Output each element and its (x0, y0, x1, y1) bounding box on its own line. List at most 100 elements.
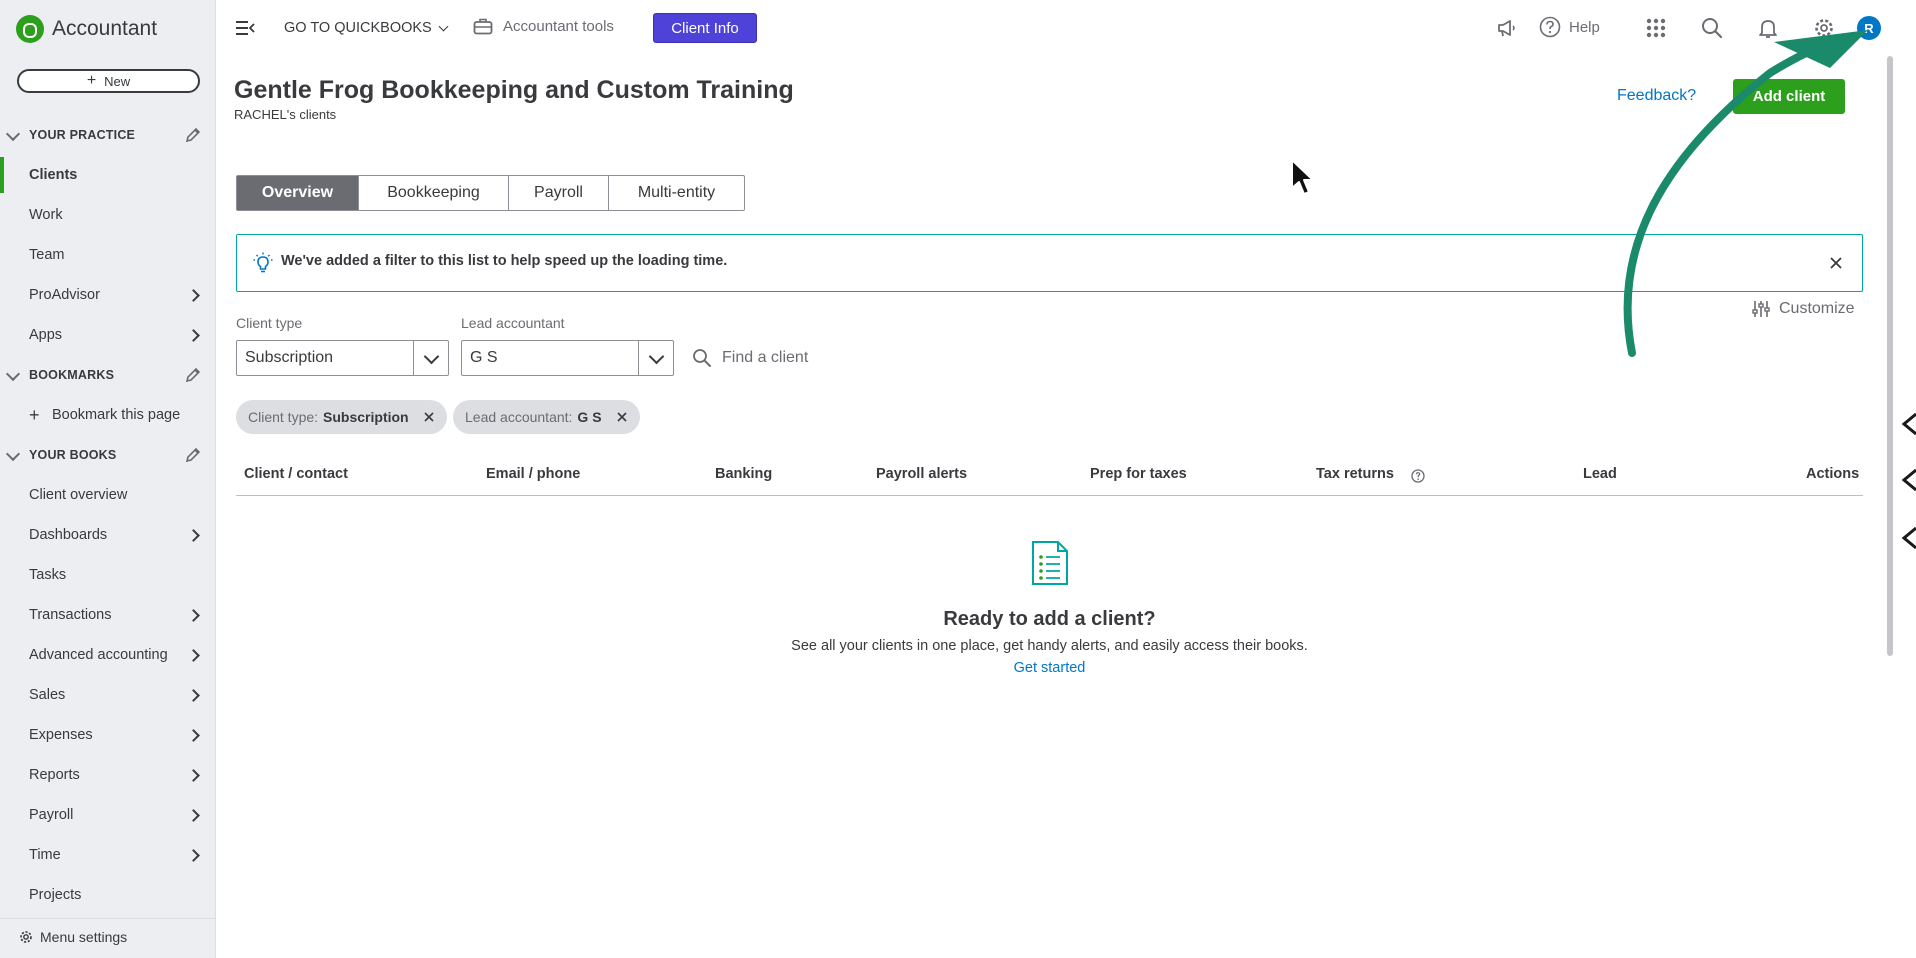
tab-overview[interactable]: Overview (237, 176, 359, 210)
sidebar-item-label: Expenses (29, 727, 93, 743)
collapse-menu-icon[interactable] (234, 18, 256, 38)
sidebar-item-advanced-accounting[interactable]: Advanced accounting (0, 637, 216, 673)
sidebar-item-proadvisor[interactable]: ProAdvisor (0, 277, 216, 313)
column-header-tax-returns[interactable]: Tax returns (1316, 466, 1394, 482)
tab-bookkeeping[interactable]: Bookkeeping (359, 176, 509, 210)
sidebar-item-label: Projects (29, 887, 82, 903)
edit-pencil-icon[interactable] (184, 446, 202, 464)
new-button-label: New (104, 73, 131, 89)
sidebar-item-payroll[interactable]: Payroll (0, 797, 216, 833)
mouse-cursor-icon (1291, 159, 1314, 195)
customize-label: Customize (1779, 300, 1855, 317)
empty-state: Ready to add a client? See all your clie… (236, 540, 1863, 677)
vertical-scrollbar[interactable] (1884, 56, 1896, 958)
sidebar-item-clients[interactable]: Clients (0, 157, 216, 193)
sidebar-item-label: ProAdvisor (29, 287, 100, 303)
brand[interactable]: Accountant (16, 14, 157, 44)
sidebar-item-work[interactable]: Work (0, 197, 216, 233)
page-title: Gentle Frog Bookkeeping and Custom Train… (234, 76, 794, 104)
plus-icon: + (86, 72, 97, 89)
remove-filter-button[interactable] (417, 405, 441, 429)
bookmark-label: Bookmark this page (52, 407, 181, 423)
sidebar-item-projects[interactable]: Projects (0, 877, 216, 913)
sidebar-item-tasks[interactable]: Tasks (0, 557, 216, 593)
column-header-payroll-alerts[interactable]: Payroll alerts (876, 466, 967, 482)
sidebar-item-expenses[interactable]: Expenses (0, 717, 216, 753)
tab-payroll[interactable]: Payroll (509, 176, 609, 210)
gear-icon[interactable] (1812, 16, 1836, 40)
column-header-prep-for-taxes[interactable]: Prep for taxes (1090, 466, 1187, 482)
chevron-right-icon (187, 609, 200, 622)
new-button[interactable]: + New (17, 69, 200, 93)
sidebar-item-label: Payroll (29, 807, 74, 823)
scrollbar-thumb[interactable] (1887, 56, 1893, 656)
go-to-quickbooks-dropdown[interactable]: GO TO QUICKBOOKS (284, 20, 449, 36)
section-label: YOUR BOOKS (29, 448, 117, 462)
column-header-email-phone[interactable]: Email / phone (486, 466, 580, 482)
top-bar: GO TO QUICKBOOKS Accountant tools Client… (217, 0, 1899, 56)
apps-grid-icon[interactable] (1644, 16, 1668, 40)
edit-pencil-icon[interactable] (184, 366, 202, 384)
sidebar-item-label: Apps (29, 327, 63, 343)
column-header-lead[interactable]: Lead (1583, 466, 1617, 482)
sidebar-item-time[interactable]: Time (0, 837, 216, 873)
sidebar-item-reports[interactable]: Reports (0, 757, 216, 793)
client-type-select[interactable]: Subscription (236, 340, 449, 376)
lead-accountant-value: G S (470, 349, 498, 366)
info-circle-icon[interactable] (1411, 469, 1425, 483)
remove-filter-button[interactable] (610, 405, 634, 429)
column-header-banking[interactable]: Banking (715, 466, 772, 482)
sidebar-item-apps[interactable]: Apps (0, 317, 216, 353)
help-button[interactable]: Help (1539, 16, 1600, 38)
client-info-button[interactable]: Client Info (653, 13, 757, 43)
left-sidebar: Accountant + New YOUR PRACTICE Clients W… (0, 0, 216, 958)
chevron-right-icon (187, 289, 200, 302)
tab-multi-entity[interactable]: Multi-entity (609, 176, 744, 210)
chip-key: Client type: (248, 409, 319, 425)
menu-settings-button[interactable]: Menu settings (0, 918, 216, 954)
sidebar-item-sales[interactable]: Sales (0, 677, 216, 713)
empty-state-description: See all your clients in one place, get h… (791, 638, 1308, 654)
column-header-client-contact[interactable]: Client / contact (244, 466, 348, 482)
menu-settings-label: Menu settings (40, 928, 128, 945)
sidebar-item-client-overview[interactable]: Client overview (0, 477, 216, 513)
find-client-input[interactable] (722, 349, 922, 367)
edit-pencil-icon[interactable] (184, 126, 202, 144)
sidebar-item-label: Sales (29, 687, 66, 703)
bell-icon[interactable] (1756, 16, 1780, 40)
user-avatar[interactable]: R (1857, 16, 1881, 40)
find-client-search (692, 344, 952, 372)
chevron-right-icon (187, 769, 200, 782)
info-banner: We've added a filter to this list to hel… (236, 234, 1863, 292)
bookmark-this-page[interactable]: + Bookmark this page (0, 397, 216, 433)
banner-message: We've added a filter to this list to hel… (281, 253, 728, 269)
sidebar-item-dashboards[interactable]: Dashboards (0, 517, 216, 553)
client-tabs: Overview Bookkeeping Payroll Multi-entit… (236, 175, 745, 211)
chevron-right-icon (187, 729, 200, 742)
page-subtitle: RACHEL's clients (234, 107, 337, 122)
section-your-practice[interactable]: YOUR PRACTICE (0, 120, 216, 150)
chevron-down-icon (638, 341, 673, 375)
customize-button[interactable]: Customize (1751, 299, 1855, 319)
search-icon[interactable] (1700, 16, 1724, 40)
filter-chip-lead-accountant: Lead accountant: G S (453, 400, 640, 434)
document-checklist-icon (1031, 541, 1068, 585)
clients-table-header: Client / contact Email / phone Banking P… (236, 462, 1863, 496)
lead-accountant-select[interactable]: G S (461, 340, 674, 376)
sidebar-item-label: Tasks (29, 567, 67, 583)
accountant-tools-button[interactable]: Accountant tools (473, 17, 614, 35)
sidebar-item-transactions[interactable]: Transactions (0, 597, 216, 633)
lightbulb-icon (253, 252, 273, 273)
get-started-link[interactable]: Get started (1014, 660, 1086, 676)
sidebar-item-label: Client overview (29, 487, 128, 503)
chip-value: G S (577, 409, 602, 425)
section-bookmarks[interactable]: BOOKMARKS (0, 360, 216, 390)
add-client-button[interactable]: Add client (1733, 79, 1845, 114)
chevron-down-icon (5, 446, 21, 462)
megaphone-icon[interactable] (1494, 16, 1518, 40)
sidebar-item-team[interactable]: Team (0, 237, 216, 273)
close-icon[interactable] (1828, 255, 1844, 271)
section-your-books[interactable]: YOUR BOOKS (0, 440, 216, 470)
chevron-down-icon (5, 126, 21, 142)
feedback-link[interactable]: Feedback? (1617, 87, 1696, 105)
